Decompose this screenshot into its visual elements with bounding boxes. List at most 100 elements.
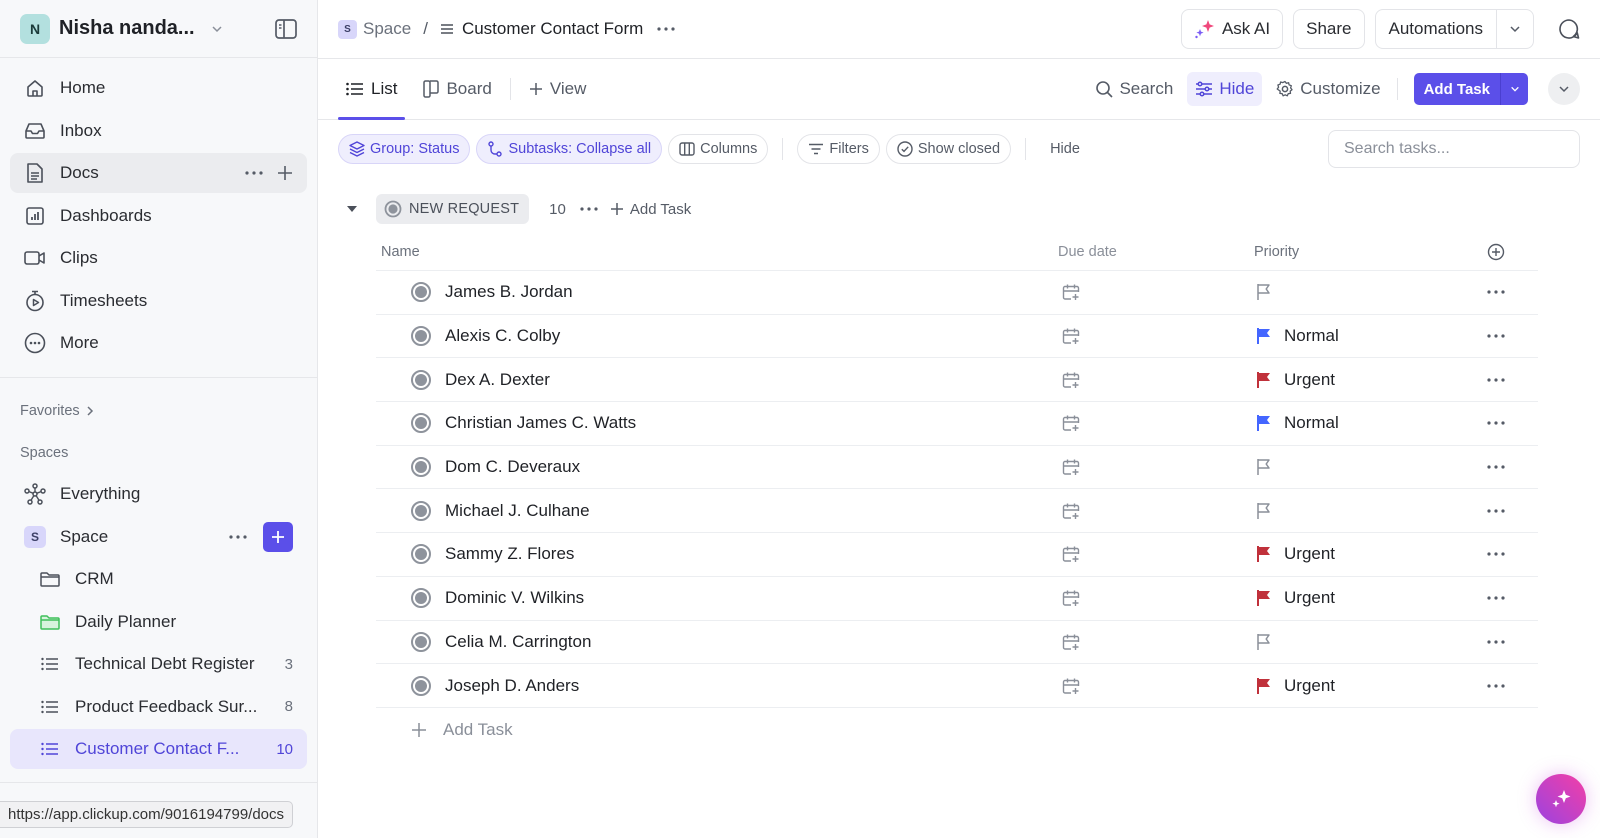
column-header-due-date[interactable]: Due date bbox=[1058, 244, 1254, 260]
priority-cell[interactable] bbox=[1254, 633, 1474, 651]
table-row[interactable]: Sammy Z. Flores Urgent bbox=[376, 533, 1538, 577]
status-circle-icon[interactable] bbox=[411, 588, 431, 609]
caret-down-icon[interactable] bbox=[338, 205, 366, 213]
add-view-button[interactable]: View bbox=[521, 59, 595, 119]
plus-icon[interactable] bbox=[277, 165, 293, 181]
chevron-down-icon[interactable] bbox=[1501, 73, 1528, 105]
column-header-name[interactable]: Name bbox=[376, 244, 1058, 260]
add-to-space-button[interactable] bbox=[263, 521, 293, 552]
more-options-icon[interactable] bbox=[1474, 552, 1518, 557]
priority-cell[interactable] bbox=[1254, 283, 1474, 301]
share-button[interactable]: Share bbox=[1293, 9, 1365, 49]
sidebar-item-technical-debt-register[interactable]: Technical Debt Register 3 bbox=[10, 644, 307, 684]
search-tasks-input[interactable] bbox=[1328, 130, 1580, 168]
task-name[interactable]: Sammy Z. Flores bbox=[445, 544, 574, 564]
automations-button[interactable]: Automations bbox=[1374, 9, 1534, 49]
column-header-priority[interactable]: Priority bbox=[1254, 244, 1474, 260]
priority-cell[interactable]: Urgent bbox=[1254, 588, 1474, 608]
priority-cell[interactable]: Urgent bbox=[1254, 676, 1474, 696]
status-circle-icon[interactable] bbox=[411, 326, 431, 347]
show-closed-chip[interactable]: Show closed bbox=[885, 134, 1012, 164]
priority-cell[interactable] bbox=[1254, 502, 1474, 520]
table-row[interactable]: Dom C. Deveraux bbox=[376, 446, 1538, 490]
nav-home[interactable]: Home bbox=[10, 68, 307, 108]
sidebar-toggle-icon[interactable] bbox=[275, 18, 297, 39]
table-row[interactable]: Dominic V. Wilkins Urgent bbox=[376, 577, 1538, 621]
more-options-icon[interactable] bbox=[1474, 465, 1518, 469]
automations-label[interactable]: Automations bbox=[1376, 10, 1497, 48]
status-circle-icon[interactable] bbox=[411, 369, 431, 390]
due-date-cell[interactable] bbox=[1058, 545, 1254, 563]
priority-cell[interactable]: Urgent bbox=[1254, 370, 1474, 390]
due-date-cell[interactable] bbox=[1058, 414, 1254, 432]
nav-more[interactable]: More bbox=[10, 323, 307, 363]
more-options-icon[interactable] bbox=[1474, 334, 1518, 338]
status-circle-icon[interactable] bbox=[411, 675, 431, 696]
chevron-down-icon[interactable] bbox=[1497, 10, 1533, 48]
search-button[interactable]: Search bbox=[1087, 72, 1181, 106]
sidebar-item-everything[interactable]: Everything bbox=[10, 474, 307, 514]
task-name[interactable]: Dom C. Deveraux bbox=[445, 457, 580, 477]
more-options-icon[interactable] bbox=[229, 534, 247, 539]
ai-assistant-button[interactable] bbox=[1536, 774, 1586, 824]
due-date-cell[interactable] bbox=[1058, 371, 1254, 389]
nav-docs[interactable]: Docs bbox=[10, 153, 307, 193]
sidebar-item-daily-planner[interactable]: Daily Planner bbox=[10, 602, 307, 642]
subtasks-chip[interactable]: Subtasks: Collapse all bbox=[476, 134, 663, 164]
more-options-icon[interactable] bbox=[1474, 509, 1518, 513]
workspace-switcher[interactable]: N Nisha nanda... bbox=[0, 0, 317, 58]
table-row[interactable]: James B. Jordan bbox=[376, 271, 1538, 315]
due-date-cell[interactable] bbox=[1058, 502, 1254, 520]
more-options-icon[interactable] bbox=[1474, 596, 1518, 600]
breadcrumb-space[interactable]: Space bbox=[363, 19, 411, 39]
ask-ai-button[interactable]: Ask AI bbox=[1180, 9, 1284, 49]
tab-board[interactable]: Board bbox=[415, 59, 499, 119]
customize-button[interactable]: Customize bbox=[1268, 72, 1388, 106]
due-date-cell[interactable] bbox=[1058, 677, 1254, 695]
favorites-section[interactable]: Favorites bbox=[0, 390, 317, 432]
more-options-icon[interactable] bbox=[1474, 640, 1518, 644]
nav-dashboards[interactable]: Dashboards bbox=[10, 196, 307, 236]
collapse-toolbar-button[interactable] bbox=[1548, 73, 1580, 105]
due-date-cell[interactable] bbox=[1058, 283, 1254, 301]
table-row[interactable]: Dex A. Dexter Urgent bbox=[376, 358, 1538, 403]
sidebar-item-product-feedback[interactable]: Product Feedback Sur... 8 bbox=[10, 687, 307, 727]
page-title[interactable]: Customer Contact Form bbox=[462, 19, 643, 39]
sidebar-item-crm[interactable]: CRM bbox=[10, 559, 307, 599]
sidebar-item-customer-contact-form[interactable]: Customer Contact F... 10 bbox=[10, 729, 307, 769]
tab-list[interactable]: List bbox=[338, 59, 406, 120]
group-add-task-button[interactable]: Add Task bbox=[610, 201, 691, 218]
due-date-cell[interactable] bbox=[1058, 633, 1254, 651]
table-row[interactable]: Alexis C. Colby Normal bbox=[376, 315, 1538, 359]
priority-cell[interactable] bbox=[1254, 458, 1474, 476]
more-options-icon[interactable] bbox=[1474, 378, 1518, 382]
status-circle-icon[interactable] bbox=[411, 500, 431, 521]
group-by-chip[interactable]: Group: Status bbox=[338, 134, 471, 164]
status-circle-icon[interactable] bbox=[411, 544, 431, 565]
task-name[interactable]: Celia M. Carrington bbox=[445, 632, 591, 652]
priority-cell[interactable]: Normal bbox=[1254, 326, 1474, 346]
nav-clips[interactable]: Clips bbox=[10, 238, 307, 278]
hide-filter-button[interactable]: Hide bbox=[1040, 134, 1090, 164]
add-column-icon[interactable] bbox=[1474, 243, 1518, 261]
columns-chip[interactable]: Columns bbox=[668, 134, 769, 164]
sidebar-item-space[interactable]: S Space bbox=[10, 517, 307, 557]
chat-icon[interactable] bbox=[1558, 18, 1580, 40]
add-task-row[interactable]: Add Task bbox=[376, 708, 1538, 752]
table-row[interactable]: Michael J. Culhane bbox=[376, 489, 1538, 534]
table-row[interactable]: Christian James C. Watts Normal bbox=[376, 402, 1538, 446]
priority-cell[interactable]: Urgent bbox=[1254, 544, 1474, 564]
table-row[interactable]: Joseph D. Anders Urgent bbox=[376, 664, 1538, 708]
status-circle-icon[interactable] bbox=[411, 457, 431, 478]
add-task-label[interactable]: Add Task bbox=[1414, 73, 1501, 105]
status-circle-icon[interactable] bbox=[411, 413, 431, 434]
priority-cell[interactable]: Normal bbox=[1254, 413, 1474, 433]
due-date-cell[interactable] bbox=[1058, 589, 1254, 607]
task-name[interactable]: Dex A. Dexter bbox=[445, 370, 550, 390]
due-date-cell[interactable] bbox=[1058, 458, 1254, 476]
nav-timesheets[interactable]: Timesheets bbox=[10, 281, 307, 321]
task-name[interactable]: Joseph D. Anders bbox=[445, 676, 579, 696]
more-options-icon[interactable] bbox=[1474, 683, 1518, 688]
more-options-icon[interactable] bbox=[1474, 290, 1518, 294]
filters-chip[interactable]: Filters bbox=[797, 134, 880, 164]
